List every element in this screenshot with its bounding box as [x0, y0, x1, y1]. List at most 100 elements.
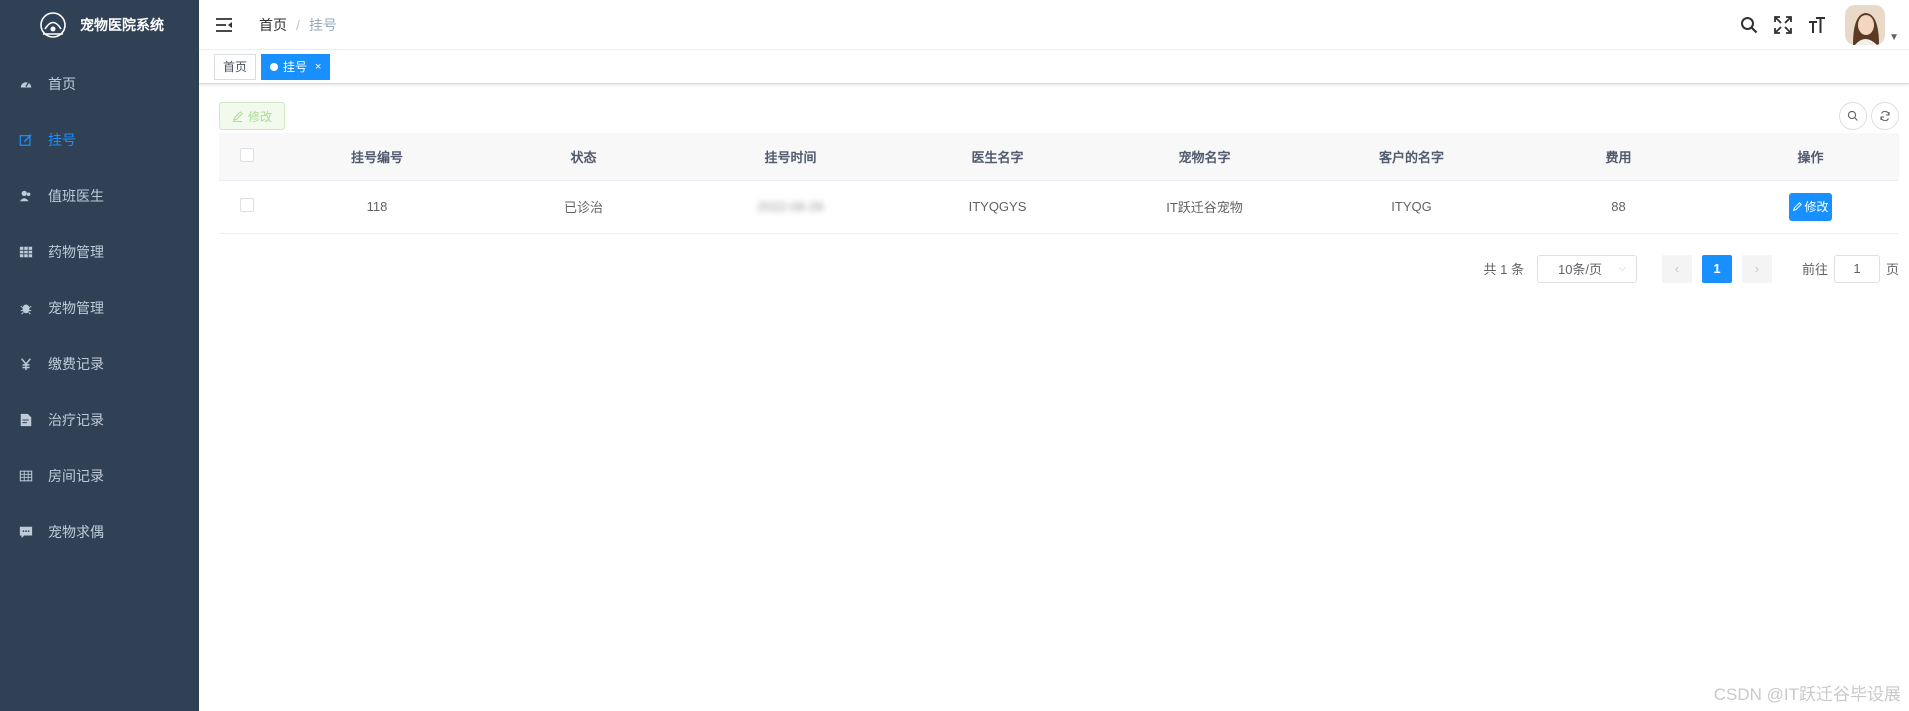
watermark: CSDN @IT跃迁谷毕设展	[1713, 685, 1901, 704]
sidebar-item-pet-mating[interactable]: 宠物求偶	[0, 504, 199, 560]
table-toolbar: 修改	[219, 102, 1899, 130]
sidebar-item-label: 挂号	[48, 132, 76, 148]
cell-id: 118	[274, 180, 480, 234]
pagination-total: 共 1 条	[1483, 262, 1524, 277]
page-jumper: 前往 1 页	[1802, 254, 1899, 283]
navbar-right-tools: ▼	[1739, 0, 1909, 50]
column-header[interactable]: 状态	[480, 133, 687, 181]
search-icon	[1741, 17, 1758, 34]
bug-icon	[18, 300, 34, 316]
sidebar-item-label: 药物管理	[48, 244, 104, 260]
avatar	[1845, 5, 1886, 45]
app-root: 宠物医院系统 首页 挂号 值班医生 药物管理 宠物管理 缴费记录 治疗记录 房间…	[0, 0, 1909, 711]
refresh-icon	[1880, 110, 1890, 122]
grid-icon	[18, 244, 34, 260]
column-header[interactable]: 挂号编号	[274, 133, 480, 181]
caret-down-icon: ▼	[1889, 32, 1899, 43]
breadcrumb-separator: /	[296, 16, 300, 33]
sidebar-item-label: 宠物求偶	[48, 524, 104, 540]
row-edit-button[interactable]: 修改	[1789, 192, 1832, 221]
search-button[interactable]	[1739, 15, 1759, 35]
column-header[interactable]: 挂号时间	[687, 133, 894, 181]
cell-fee: 88	[1515, 180, 1722, 234]
message-icon	[18, 524, 34, 540]
page-size-value: 10条/页	[1557, 262, 1603, 277]
active-dot-icon	[270, 62, 279, 71]
table-header-row: 挂号编号 状态 挂号时间 医生名字 宠物名字 客户的名字 费用 操作	[219, 133, 1899, 181]
column-header[interactable]: 医生名字	[894, 133, 1101, 181]
close-icon[interactable]: ×	[315, 55, 321, 79]
column-header[interactable]: 宠物名字	[1101, 133, 1308, 181]
cell-customer: ITYQG	[1308, 180, 1515, 234]
breadcrumb: 首页 / 挂号	[259, 15, 337, 35]
jump-page-input[interactable]: 1	[1833, 254, 1880, 283]
documentation-icon	[18, 412, 34, 428]
search-icon	[1847, 110, 1858, 121]
page-size-select[interactable]: 10条/页 ⌵	[1536, 254, 1637, 283]
tag-home[interactable]: 首页	[214, 53, 257, 80]
sidebar-item-rooms[interactable]: 房间记录	[0, 448, 199, 504]
registration-table: 挂号编号 状态 挂号时间 医生名字 宠物名字 客户的名字 费用 操作 118 已…	[219, 133, 1899, 234]
avatar-dropdown[interactable]: ▼	[1845, 5, 1899, 45]
cell-time: 2022-06-26	[687, 180, 894, 234]
column-header[interactable]: 客户的名字	[1308, 133, 1515, 181]
menu-fold-icon	[216, 17, 232, 32]
toggle-search-button[interactable]	[1839, 102, 1867, 130]
cell-status: 已诊治	[480, 180, 687, 234]
yen-icon	[18, 356, 34, 372]
sidebar-item-label: 宠物管理	[48, 300, 104, 316]
fullscreen-icon	[1774, 16, 1792, 34]
sidebar-item-label: 缴费记录	[48, 356, 104, 372]
sidebar-item-label: 首页	[48, 76, 76, 92]
column-header[interactable]: 操作	[1722, 133, 1899, 181]
cell-pet: IT跃迁谷宠物	[1101, 180, 1308, 234]
jump-suffix: 页	[1885, 262, 1899, 277]
fullscreen-button[interactable]	[1773, 15, 1793, 35]
font-size-icon	[1809, 17, 1826, 33]
sidebar-item-pets[interactable]: 宠物管理	[0, 280, 199, 336]
hamburger-toggle[interactable]	[215, 15, 235, 35]
sidebar-item-payments[interactable]: 缴费记录	[0, 336, 199, 392]
edit-icon	[1793, 201, 1803, 211]
sidebar-logo[interactable]: 宠物医院系统	[0, 0, 199, 50]
size-select-button[interactable]	[1807, 15, 1827, 35]
right-toolbar	[1835, 102, 1899, 130]
chevron-right-icon: ›	[1754, 261, 1760, 276]
row-edit-label: 修改	[1804, 200, 1829, 214]
sidebar-item-home[interactable]: 首页	[0, 56, 199, 112]
dashboard-icon	[18, 76, 34, 92]
time-value: 2022-06-26	[757, 199, 824, 214]
page-number-button[interactable]: 1	[1701, 254, 1732, 283]
chevron-down-icon: ⌵	[1618, 263, 1626, 274]
refresh-button[interactable]	[1871, 102, 1899, 130]
edit-icon	[18, 132, 34, 148]
cell-doctor: ITYQGYS	[894, 180, 1101, 234]
tag-registration[interactable]: 挂号 ×	[261, 53, 331, 80]
breadcrumb-current: 挂号	[308, 16, 337, 33]
row-select-cell	[219, 180, 274, 234]
select-all-checkbox[interactable]	[239, 147, 254, 162]
sidebar-item-doctors[interactable]: 值班医生	[0, 168, 199, 224]
column-header[interactable]: 费用	[1515, 133, 1722, 181]
app-title: 宠物医院系统	[80, 17, 164, 33]
logo-icon	[40, 12, 66, 38]
tag-label: 首页	[223, 59, 248, 74]
edit-icon	[232, 110, 243, 122]
navbar: 首页 / 挂号 ▼	[199, 0, 1909, 50]
row-checkbox[interactable]	[239, 198, 254, 212]
sidebar: 宠物医院系统 首页 挂号 值班医生 药物管理 宠物管理 缴费记录 治疗记录 房间…	[0, 0, 199, 711]
table-row[interactable]: 118 已诊治 2022-06-26 ITYQGYS IT跃迁谷宠物 ITYQG…	[219, 180, 1899, 234]
tags-view: 首页 挂号 ×	[199, 50, 1909, 84]
sidebar-item-registration[interactable]: 挂号	[0, 112, 199, 168]
peoples-icon	[18, 188, 34, 204]
sidebar-item-medicine[interactable]: 药物管理	[0, 224, 199, 280]
breadcrumb-home[interactable]: 首页	[259, 15, 287, 35]
edit-button[interactable]: 修改	[219, 102, 286, 130]
select-all-cell	[219, 133, 274, 181]
edit-button-label: 修改	[248, 109, 273, 124]
next-page-button[interactable]: ›	[1741, 254, 1772, 283]
sidebar-item-treatments[interactable]: 治疗记录	[0, 392, 199, 448]
prev-page-button[interactable]: ‹	[1661, 254, 1692, 283]
sidebar-item-label: 值班医生	[48, 188, 104, 204]
sidebar-item-label: 房间记录	[48, 468, 104, 484]
